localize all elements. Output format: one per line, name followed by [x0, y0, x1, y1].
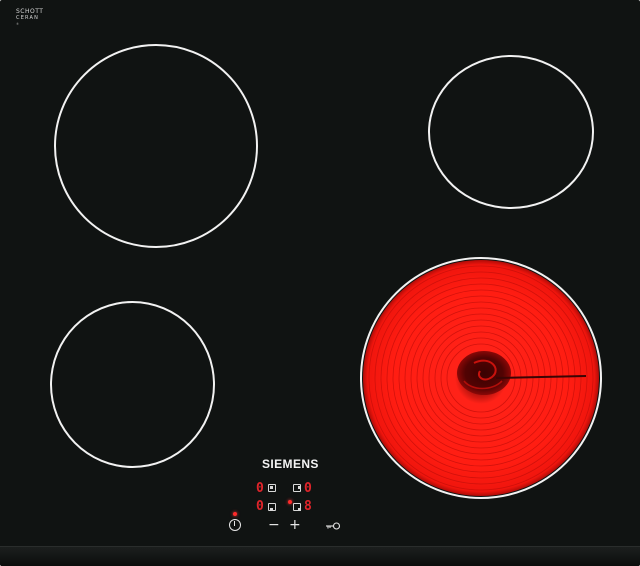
display-digit-left-bottom: 0: [256, 499, 264, 514]
power-icon[interactable]: [229, 519, 241, 531]
cooking-zone-bottom-right-ring: [360, 257, 602, 499]
induction-hob: SCHOTT CERAN ® SIEMENS 0 0 0 8 − +: [0, 0, 640, 566]
cooking-zone-bottom-left: [50, 301, 215, 468]
glass-mark-line1: SCHOTT: [16, 8, 44, 15]
display-digit-right-bottom: 8: [304, 499, 312, 514]
plus-button[interactable]: +: [289, 518, 301, 532]
cooking-zone-top-left: [54, 44, 258, 248]
zone-selector-icon[interactable]: [268, 484, 276, 492]
display-digit-left-top: 0: [256, 481, 264, 496]
hob-frame-bottom: [0, 546, 640, 566]
minus-button[interactable]: −: [268, 518, 280, 532]
key-lock-icon[interactable]: [325, 521, 341, 531]
zone-indicator-led: [288, 500, 292, 504]
power-indicator-led: [233, 512, 237, 516]
glass-manufacturer-mark: SCHOTT CERAN ®: [16, 8, 43, 27]
zone-selector-icon[interactable]: [293, 484, 301, 492]
brand-logo: SIEMENS: [262, 457, 319, 471]
display-digit-right-top: 0: [304, 481, 312, 496]
zone-selector-icon[interactable]: [268, 503, 276, 511]
glass-mark-line3: ®: [16, 22, 19, 26]
cooking-zone-top-right: [428, 55, 594, 209]
zone-selector-icon[interactable]: [293, 503, 301, 511]
